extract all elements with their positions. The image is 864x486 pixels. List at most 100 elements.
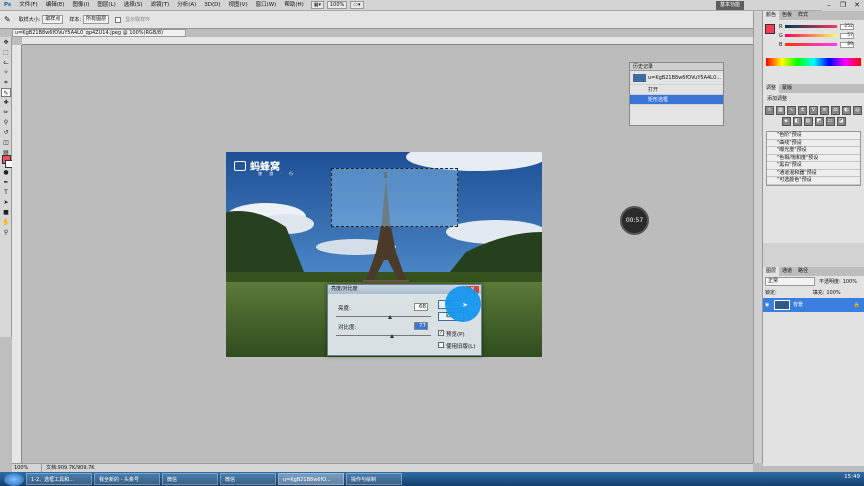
taskbar-item-4[interactable]: 微信 (220, 473, 276, 485)
healing-tool-icon[interactable]: ✚ (1, 98, 11, 107)
channel-mixer-icon[interactable]: ◈ (781, 117, 791, 126)
eyedropper-tool-icon[interactable]: ✎ (1, 88, 11, 97)
preset-selective-color[interactable]: "可选颜色"预设 (767, 177, 860, 185)
hand-tool-icon[interactable]: ✋ (1, 218, 11, 227)
photo-filter-icon[interactable]: ◎ (853, 106, 862, 115)
show-ring-checkbox[interactable] (115, 16, 122, 23)
marquee-tool-icon[interactable]: ⬚ (1, 48, 11, 57)
color-balance-icon[interactable]: ⚖ (831, 106, 840, 115)
clock[interactable]: 15:49 (844, 474, 860, 480)
ruler-vertical[interactable] (12, 45, 22, 463)
gradient-map-icon[interactable]: ▭ (825, 117, 835, 126)
tab-paths[interactable]: 路径 (795, 267, 811, 276)
menu-select[interactable]: 选择(S) (120, 0, 147, 11)
restore-icon[interactable]: ❐ (836, 0, 850, 11)
stamp-tool-icon[interactable]: ⚲ (1, 118, 11, 127)
history-item-open[interactable]: 打开 (630, 85, 723, 95)
menu-window[interactable]: 窗口(W) (252, 0, 281, 11)
threshold-icon[interactable]: ◩ (814, 117, 824, 126)
hue-icon[interactable]: ≡ (820, 106, 829, 115)
taskbar-item-5[interactable]: u=KgB21B8w6fO... (278, 473, 344, 485)
history-snapshot[interactable]: u=KgB21B8w6fOVuY5A4L0... (630, 71, 723, 85)
eyedropper-icon[interactable]: ✎ (4, 15, 11, 24)
tab-swatches[interactable]: 色板 (779, 11, 795, 20)
legacy-checkbox[interactable] (438, 342, 444, 348)
preset-hue-saturation[interactable]: "色相/饱和度"预设 (767, 154, 860, 162)
close-icon[interactable]: ✕ (850, 0, 864, 11)
tab-layers[interactable]: 图层 (763, 267, 780, 276)
contrast-slider-thumb[interactable] (390, 334, 395, 338)
zoom-level-select[interactable]: 100% (327, 1, 348, 9)
layer-background[interactable]: ◉ 背景 🔒 (763, 298, 864, 312)
sample-size-select[interactable]: 取样点 (42, 15, 64, 24)
color-spectrum[interactable] (766, 58, 861, 66)
taskbar-item-6[interactable]: 操作与绘制 (346, 473, 402, 485)
eraser-tool-icon[interactable]: ◫ (1, 138, 11, 147)
brightness-input[interactable]: 68 (414, 303, 428, 311)
tab-channels[interactable]: 通道 (779, 267, 795, 276)
preview-checkbox[interactable]: ✓ (438, 330, 444, 336)
green-value[interactable]: 57 (840, 32, 854, 39)
menu-3d[interactable]: 3D(D) (200, 0, 224, 11)
arrange-documents-button[interactable]: ▦▾ (310, 1, 324, 9)
blue-value[interactable]: 89 (840, 41, 854, 48)
workspace-essentials-button[interactable]: 基本功能 (716, 1, 745, 10)
menu-view[interactable]: 视图(V) (225, 0, 252, 11)
contrast-slider-track[interactable] (336, 335, 431, 336)
brightness-icon[interactable]: ☼ (765, 106, 774, 115)
tab-masks[interactable]: 蒙版 (779, 84, 795, 93)
fill-value[interactable]: 100% (826, 290, 840, 296)
eye-icon[interactable]: ◉ (765, 298, 769, 312)
quick-select-tool-icon[interactable]: ✧ (1, 68, 11, 77)
crop-tool-icon[interactable]: ⌗ (1, 78, 11, 87)
taskbar-item-1[interactable]: 1-2、选框工具和... (26, 473, 92, 485)
blend-mode-select[interactable]: 正常 (765, 277, 815, 286)
exposure-icon[interactable]: ± (798, 106, 807, 115)
type-tool-icon[interactable]: T (1, 188, 11, 197)
path-select-icon[interactable]: ➤ (1, 198, 11, 207)
vibrance-icon[interactable]: V (809, 106, 818, 115)
menu-help[interactable]: 帮助(H) (280, 0, 307, 11)
menu-edit[interactable]: 编辑(E) (42, 0, 69, 11)
pen-tool-icon[interactable]: ✒ (1, 178, 11, 187)
history-tab[interactable]: 历史记录 (630, 63, 723, 71)
preset-black-white[interactable]: "黑白"预设 (767, 162, 860, 170)
preset-levels[interactable]: "色阶"预设 (767, 132, 860, 140)
brightness-slider-track[interactable] (336, 316, 431, 317)
selective-color-icon[interactable]: ◪ (836, 117, 846, 126)
tab-color[interactable]: 颜色 (763, 11, 780, 20)
history-brush-icon[interactable]: ↺ (1, 128, 11, 137)
brush-tool-icon[interactable]: ✏ (1, 108, 11, 117)
taskbar-item-3[interactable]: 微信 (162, 473, 218, 485)
tab-styles[interactable]: 样式 (795, 11, 811, 20)
document-tab[interactable]: u=KgB21B8w6fOVuY5A4L0_qp4ZU14.jpeg @ 100… (12, 29, 186, 37)
red-slider[interactable]: R 252 (763, 22, 864, 31)
preset-curves[interactable]: "曲线"预设 (767, 139, 860, 147)
move-tool-icon[interactable]: ✥ (1, 38, 11, 47)
dodge-tool-icon[interactable]: ● (1, 168, 11, 177)
screen-mode-button[interactable]: ▭▾ (350, 1, 364, 9)
bw-icon[interactable]: ◐ (842, 106, 851, 115)
color-fg-swatch[interactable] (765, 24, 775, 34)
menu-analysis[interactable]: 分析(A) (173, 0, 200, 11)
history-item-marquee[interactable]: 矩形选框 (630, 95, 723, 105)
blue-slider[interactable]: B 89 (763, 40, 864, 49)
preset-exposure[interactable]: "曝光度"预设 (767, 147, 860, 155)
brightness-slider-thumb[interactable] (388, 315, 393, 319)
ps-logo-icon[interactable]: Ps (0, 0, 15, 11)
marquee-selection[interactable] (331, 168, 458, 227)
menu-layer[interactable]: 图层(L) (93, 0, 119, 11)
shape-tool-icon[interactable]: ■ (1, 208, 11, 217)
invert-icon[interactable]: ◧ (792, 117, 802, 126)
sample-select[interactable]: 所有图层 (83, 15, 110, 24)
opacity-value[interactable]: 100% (843, 279, 857, 285)
levels-icon[interactable]: ▦ (776, 106, 785, 115)
green-slider[interactable]: G 57 (763, 31, 864, 40)
minimize-icon[interactable]: – (822, 0, 836, 11)
ruler-horizontal[interactable] (22, 37, 753, 45)
taskbar-item-2[interactable]: 我全新的 - 头条号 (94, 473, 160, 485)
posterize-icon[interactable]: ▥ (803, 117, 813, 126)
menu-file[interactable]: 文件(F) (15, 0, 41, 11)
curves-icon[interactable]: ∿ (787, 106, 796, 115)
preset-channel-mixer[interactable]: "通道混和器"预设 (767, 169, 860, 177)
